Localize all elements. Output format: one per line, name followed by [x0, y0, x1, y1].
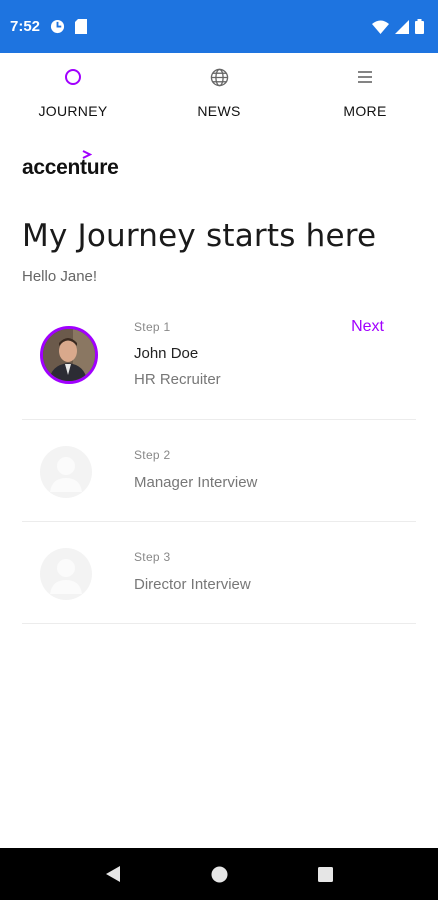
data-saver-icon: [50, 19, 65, 34]
recents-icon[interactable]: [310, 859, 340, 889]
system-nav-bar: [0, 848, 438, 900]
sd-card-icon: [75, 19, 88, 34]
tab-journey-label: JOURNEY: [38, 103, 108, 119]
step-number: Step 3: [134, 550, 171, 564]
step-item-1[interactable]: Step 1 John Doe HR Recruiter Next: [22, 300, 416, 420]
step-number: Step 1: [134, 320, 171, 334]
step-item-3[interactable]: Step 3 Director Interview: [22, 522, 416, 624]
step-role: Manager Interview: [134, 474, 258, 491]
circle-icon: [63, 67, 83, 87]
avatar-placeholder-icon: [40, 446, 92, 498]
step-role: HR Recruiter: [134, 371, 221, 388]
step-item-2[interactable]: Step 2 Manager Interview: [22, 420, 416, 522]
logo-text: accenture: [22, 156, 119, 179]
avatar-placeholder-icon: [40, 548, 92, 600]
globe-icon: [209, 67, 229, 87]
step-role: Director Interview: [134, 576, 251, 593]
status-bar: 7:52: [0, 0, 438, 53]
next-button[interactable]: Next: [351, 318, 384, 336]
status-left: 7:52: [10, 18, 88, 35]
step-list: Step 1 John Doe HR Recruiter Next Step 2…: [22, 300, 416, 624]
accenture-logo: accenture: [22, 150, 142, 182]
tab-more[interactable]: MORE: [292, 53, 438, 128]
tab-news-label: NEWS: [197, 103, 241, 119]
avatar: [40, 326, 98, 384]
status-time: 7:52: [10, 18, 41, 35]
signal-icon: [395, 19, 409, 34]
status-right: [372, 19, 424, 34]
page-title: My Journey starts here: [22, 218, 377, 254]
back-icon[interactable]: [98, 859, 128, 889]
tab-journey[interactable]: JOURNEY: [0, 53, 146, 128]
battery-icon: [415, 19, 424, 34]
step-person-name: John Doe: [134, 345, 199, 362]
home-icon[interactable]: [204, 859, 234, 889]
step-number: Step 2: [134, 448, 171, 462]
tab-news[interactable]: NEWS: [146, 53, 292, 128]
top-nav: JOURNEY NEWS MORE: [0, 53, 438, 128]
tab-more-label: MORE: [343, 103, 387, 119]
greeting-text: Hello Jane!: [22, 268, 98, 285]
wifi-icon: [372, 20, 389, 34]
menu-icon: [355, 67, 375, 87]
